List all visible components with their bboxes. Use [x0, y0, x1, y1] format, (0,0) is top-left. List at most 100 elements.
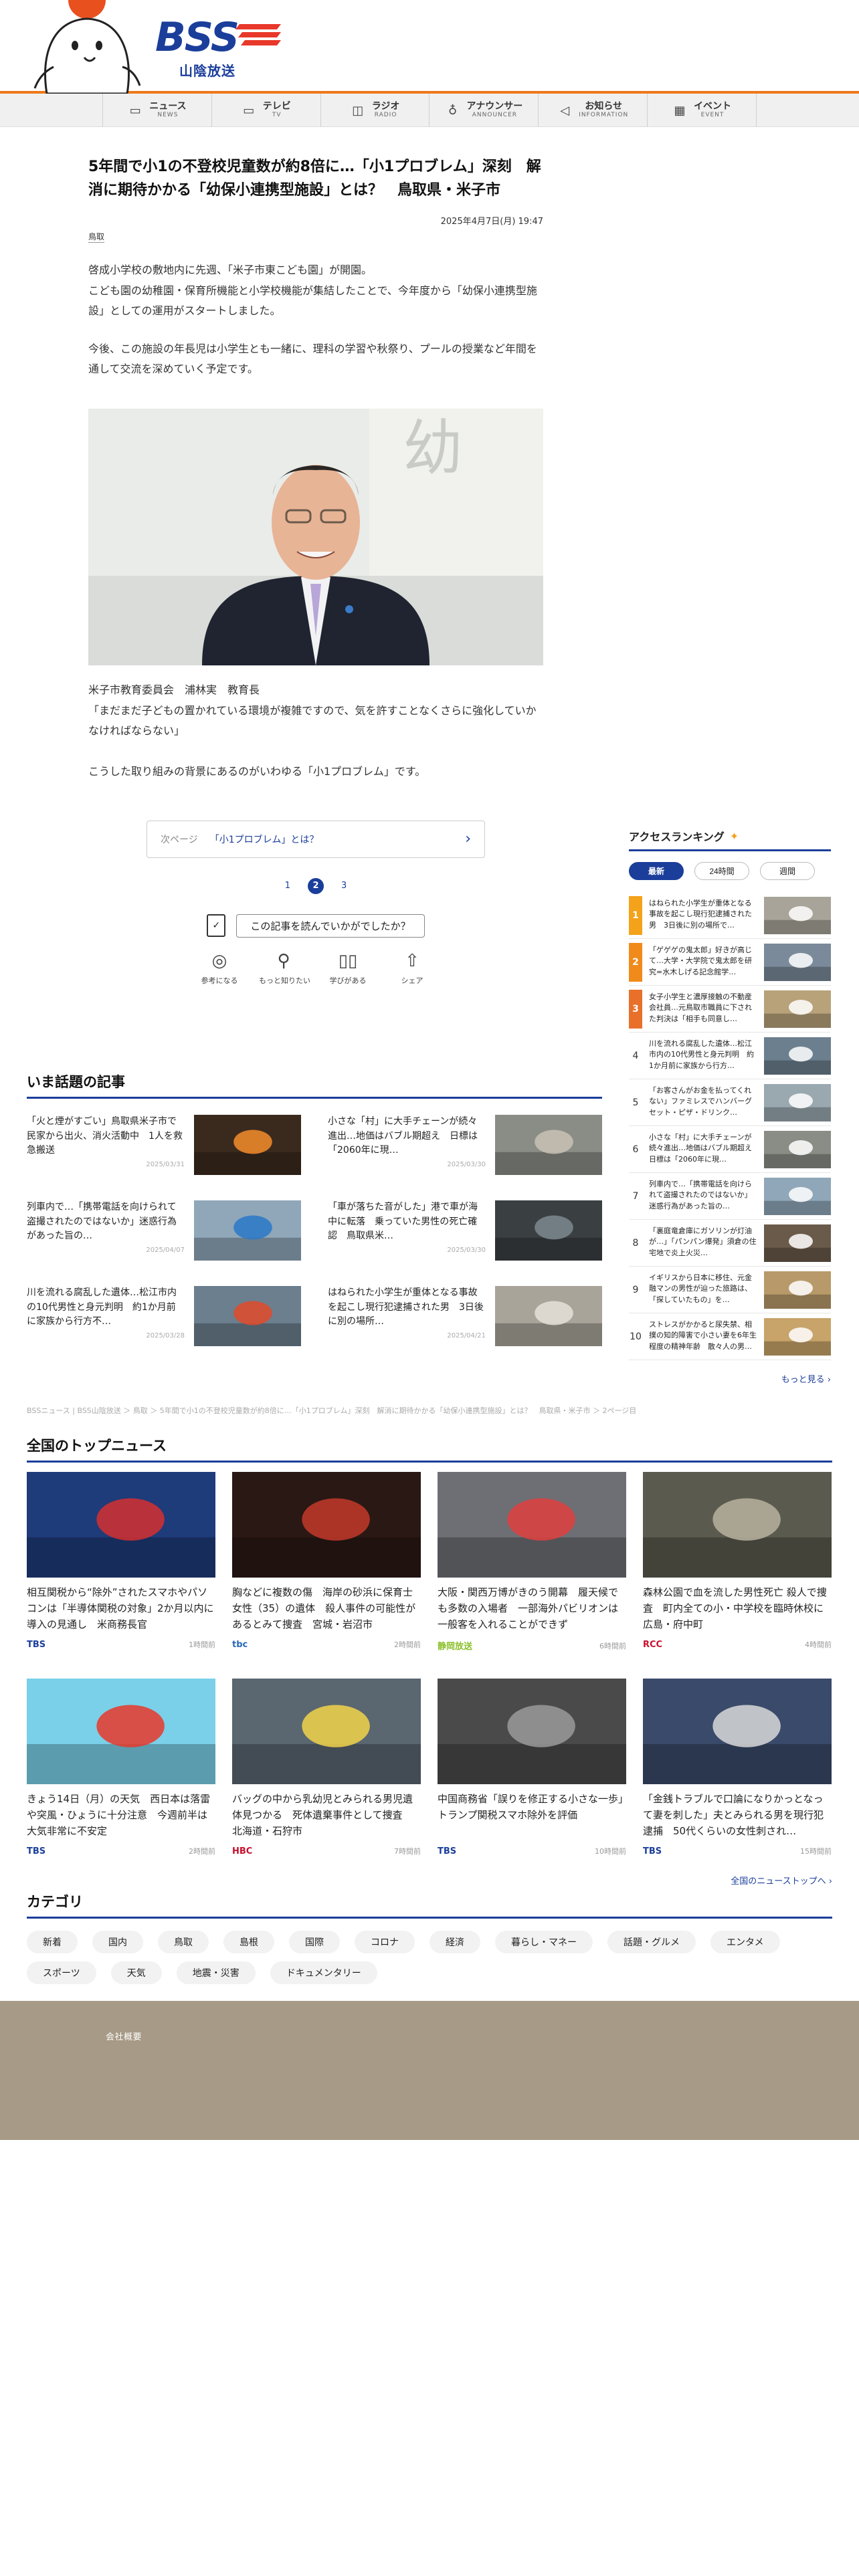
next-page-link[interactable]: 次ページ 「小1プロブレム」とは？ › — [147, 820, 485, 858]
ranking-item[interactable]: 7 列車内で…「携帯電話を向けられて盗撮されたのではないか」迷惑行為があった旨の… — [629, 1173, 831, 1220]
national-news-card[interactable]: 大阪・関西万博がきのう開幕 履天候でも多数の入場者 一部海外パビリオンは一般客を… — [438, 1472, 626, 1652]
ranking-tab[interactable]: 週間 — [760, 862, 815, 880]
magnifier-icon: ⚲ — [277, 950, 290, 971]
category-pill[interactable]: スポーツ — [27, 1961, 96, 1984]
thumbnail-image — [232, 1679, 421, 1784]
page: BSS 山陰放送 ▭ ニュース NEWS ▭ テレビ TV ◫ ラジオ RADIO ♁ アナウンサー… — [0, 0, 859, 2576]
open-book-icon: ▯▯ — [338, 950, 358, 971]
article-title: 5年間で小1の不登校児童数が約8倍に…「小1プロブレム」深刻 解消に期待かかる「… — [88, 158, 541, 199]
hot-topic-item[interactable]: 列車内で…「携帯電話を向けられて盗撮されたのではないか」迷惑行為があった旨の… 2… — [27, 1200, 301, 1261]
category-pill[interactable]: 国際 — [289, 1931, 340, 1953]
nav-item-radio[interactable]: ◫ ラジオ RADIO — [321, 94, 430, 127]
national-more-link[interactable]: 全国のニューストップへ › — [27, 1874, 832, 1887]
national-news-thumbnail — [232, 1679, 421, 1784]
national-news-card[interactable]: 「金銭トラブルで口論になりかっとなって妻を刺した」夫とみられる男を現行犯逮捕 5… — [643, 1679, 832, 1856]
site-logo[interactable]: BSS 山陰放送 — [155, 17, 282, 84]
category-pill[interactable]: 話題・グルメ — [607, 1931, 696, 1953]
category-pill[interactable]: 国内 — [92, 1931, 143, 1953]
category-pill[interactable]: エンタメ — [710, 1931, 780, 1953]
national-news-meta: TBS 1時間前 — [27, 1639, 215, 1650]
page-link-1[interactable]: 1 — [285, 881, 290, 891]
hot-topic-thumbnail — [495, 1286, 602, 1346]
ranking-item[interactable]: 9 イギリスから日本に移住、元金融マンの男性が辿った旅路は、「探していたもの」を… — [629, 1267, 831, 1313]
feedback-question-row: ✓ この記事を読んでいかがでしたか？ — [207, 914, 425, 938]
survey-icon: ✓ — [207, 914, 226, 938]
national-news-card[interactable]: 相互関税から“除外”されたスマホやパソコンは「半導体関税の対象」2か月以内に導入… — [27, 1472, 215, 1652]
ranking-number: 5 — [632, 1097, 639, 1108]
nav-item-announcer[interactable]: ♁ アナウンサー ANNOUNCER — [430, 94, 539, 127]
hot-topic-item[interactable]: 「車が落ちた音がした」港で車が海中に転落 乗っていた男性の死亡確認 鳥取県米… 2… — [328, 1200, 602, 1261]
hot-topic-thumbnail — [194, 1200, 301, 1261]
ranking-item[interactable]: 1 はねられた小学生が重体となる事故を起こし現行犯逮捕された男 3日後に別の場所で… — [629, 892, 831, 939]
ranking-item[interactable]: 2 「ゲゲゲの鬼太郎」好きが高じて…大学・大学院で鬼太郎を研究=水木しげる記念館学… — [629, 939, 831, 986]
ranking-number: 6 — [632, 1144, 639, 1155]
ranking-thumbnail — [764, 1317, 831, 1356]
hot-topic-item[interactable]: 「火と煙がすごい」鳥取県米子市で民家から出火、消火活動中 1人を救急搬送 2025… — [27, 1115, 301, 1175]
nav-item-news[interactable]: ▭ ニュース NEWS — [103, 94, 212, 127]
hot-topic-item[interactable]: はねられた小学生が重体となる事故を起こし現行犯逮捕された男 3日後に別の場所… 2… — [328, 1286, 602, 1346]
category-pill[interactable]: コロナ — [355, 1931, 415, 1953]
national-news-title: 大阪・関西万博がきのう開幕 履天候でも多数の入場者 一部海外パビリオンは一般客を… — [438, 1586, 619, 1630]
page-link-3[interactable]: 3 — [341, 881, 347, 891]
reaction-button[interactable]: ⚲ もっと知りたい — [259, 950, 310, 986]
ranking-title: 川を流れる腐乱した遺体…松江市内の10代男性と身元判明 約1か月前に家族から行方… — [649, 1039, 754, 1070]
nav-sublabel: NEWS — [157, 111, 179, 118]
national-news-card[interactable]: 森林公園で血を流した男性死亡 殺人で捜査 町内全ての小・中学校を臨時休校に 広島… — [643, 1472, 832, 1652]
national-news-card[interactable]: 胸などに複数の傷 海岸の砂浜に保育士女性（35）の遺体 殺人事件の可能性があると… — [232, 1472, 421, 1652]
article-tag-link[interactable]: 鳥取 — [88, 231, 105, 243]
reaction-button[interactable]: ▯▯ 学びがある — [323, 951, 373, 986]
hot-topic-text: 列車内で…「携帯電話を向けられて盗撮されたのではないか」迷惑行為があった旨の… 2… — [27, 1200, 185, 1261]
national-news-card[interactable]: きょう14日（月）の天気 西日本は落雷や突風・ひょうに十分注意 今週前半は大気非… — [27, 1679, 215, 1856]
category-pill[interactable]: 経済 — [430, 1931, 480, 1953]
national-news-title: 相互関税から“除外”されたスマホやパソコンは「半導体関税の対象」2か月以内に導入… — [27, 1586, 214, 1630]
ranking-item[interactable]: 6 小さな「村」に大手チェーンが続々進出…地価はバブル期超え 日標は「2060年に… — [629, 1126, 831, 1173]
ranking-tab[interactable]: 最新 — [629, 862, 684, 880]
nav-label: ニュース — [149, 101, 187, 112]
ranking-title: ストレスがかかると尿失禁、相撲の知的障害で小さい妻を6年生程度の精神年齢 散々人… — [649, 1319, 757, 1351]
lightbulb-icon: ◎ — [211, 950, 227, 971]
thumbnail-image — [495, 1115, 602, 1175]
category-pill[interactable]: 鳥取 — [158, 1931, 209, 1953]
category-pill[interactable]: ドキュメンタリー — [270, 1961, 377, 1984]
ranking-item[interactable]: 10 ストレスがかかると尿失禁、相撲の知的障害で小さい妻を6年生程度の精神年齢 散… — [629, 1313, 831, 1360]
category-pill[interactable]: 新着 — [27, 1931, 78, 1953]
thumbnail-image — [438, 1679, 626, 1784]
category-pill[interactable]: 暮らし・マネー — [495, 1931, 593, 1953]
hot-topic-date: 2025/03/31 — [146, 1161, 185, 1169]
reaction-button[interactable]: ◎ 参考になる — [195, 951, 244, 986]
reaction-button[interactable]: ⇧ シェア — [387, 951, 437, 986]
nav-sublabel: ANNOUNCER — [472, 111, 518, 118]
ranking-tab[interactable]: 24時間 — [694, 862, 749, 880]
national-news-card[interactable]: バッグの中から乳幼児とみられる男児遺体見つかる 死体遺棄事件として捜査 北海道・… — [232, 1679, 421, 1856]
footer-link[interactable]: 会社概要 — [106, 2030, 277, 2044]
ranking-item[interactable]: 3 女子小学生と濃厚接触の不動産会社員…元鳥取市職員に下された判決は「相手も同意し… — [629, 986, 831, 1033]
hot-topic-date: 2025/04/07 — [146, 1247, 185, 1255]
hot-topic-title: 「火と煙がすごい」鳥取県米子市で民家から出火、消火活動中 1人を救急搬送 — [27, 1116, 183, 1156]
hot-topic-text: 小さな「村」に大手チェーンが続々進出…地価はバブル期超え 日標は「2060年に現… — [328, 1115, 486, 1175]
footer-columns: 会社概要 — [106, 2030, 859, 2044]
national-news-card[interactable]: 中国商務省「誤りを修正する小さな一歩」トランプ関税スマホ除外を評価 TBS 10時間… — [438, 1679, 626, 1856]
category-pill[interactable]: 島根 — [223, 1931, 274, 1953]
ranking-item[interactable]: 5 「お客さんがお金を払ってくれない」ファミレスでハンバーグセット・ピザ・ドリンク… — [629, 1079, 831, 1126]
news-source-logo: HBC — [232, 1846, 253, 1856]
ranking-more-link[interactable]: もっと見る › — [629, 1372, 831, 1385]
feedback-question: この記事を読んでいかがでしたか？ — [236, 914, 425, 938]
nav-item-tv[interactable]: ▭ テレビ TV — [212, 94, 321, 127]
national-news-title: きょう14日（月）の天気 西日本は落雷や突風・ひょうに十分注意 今週前半は大気非… — [27, 1793, 211, 1837]
ranking-item[interactable]: 8 「裏庭竜倉庫にガソリンが灯油が…」「パンパン爆発」須倉の住宅地で炎上火災… — [629, 1220, 831, 1267]
thumbnail-image — [764, 1271, 831, 1309]
category-pill[interactable]: 天気 — [110, 1961, 162, 1984]
article-paragraph: 啓成小学校の敷地内に先週、「米子市東こども園」が開園。 こども園の幼稚園・保育所… — [88, 263, 537, 318]
nav-item-information[interactable]: ◁ お知らせ INFORMATION — [539, 94, 648, 127]
ranking-item[interactable]: 4 川を流れる腐乱した遺体…松江市内の10代男性と身元判明 約1か月前に家族から行… — [629, 1033, 831, 1079]
hot-topic-text: 「車が落ちた音がした」港で車が海中に転落 乗っていた男性の死亡確認 鳥取県米… 2… — [328, 1200, 486, 1261]
hot-topic-item[interactable]: 川を流れる腐乱した遺体…松江市内の10代男性と身元判明 約1か月前に家族から行方… — [27, 1286, 301, 1346]
nav-item-event[interactable]: ▦ イベント EVENT — [648, 94, 757, 127]
categories: カテゴリ 新着 国内 鳥取 島根 国際 コロナ 経済 暮らし・マネー 話題・グルメ エンタメ スポー… — [27, 1891, 832, 1984]
breadcrumb[interactable]: BSSニュース | BSS山陰放送 ＞ 鳥取 ＞ 5年間で小1の不登校児童数が約… — [27, 1405, 830, 1416]
national-news-thumbnail — [643, 1472, 832, 1578]
ranking-number: 9 — [632, 1284, 639, 1295]
article-paragraph: こうした取り組みの背景にあるのがいわゆる「小1プロブレム」です。 — [88, 764, 426, 778]
category-pill[interactable]: 地震・災害 — [176, 1961, 256, 1984]
hot-topic-item[interactable]: 小さな「村」に大手チェーンが続々進出…地価はバブル期超え 日標は「2060年に現… — [328, 1115, 602, 1175]
